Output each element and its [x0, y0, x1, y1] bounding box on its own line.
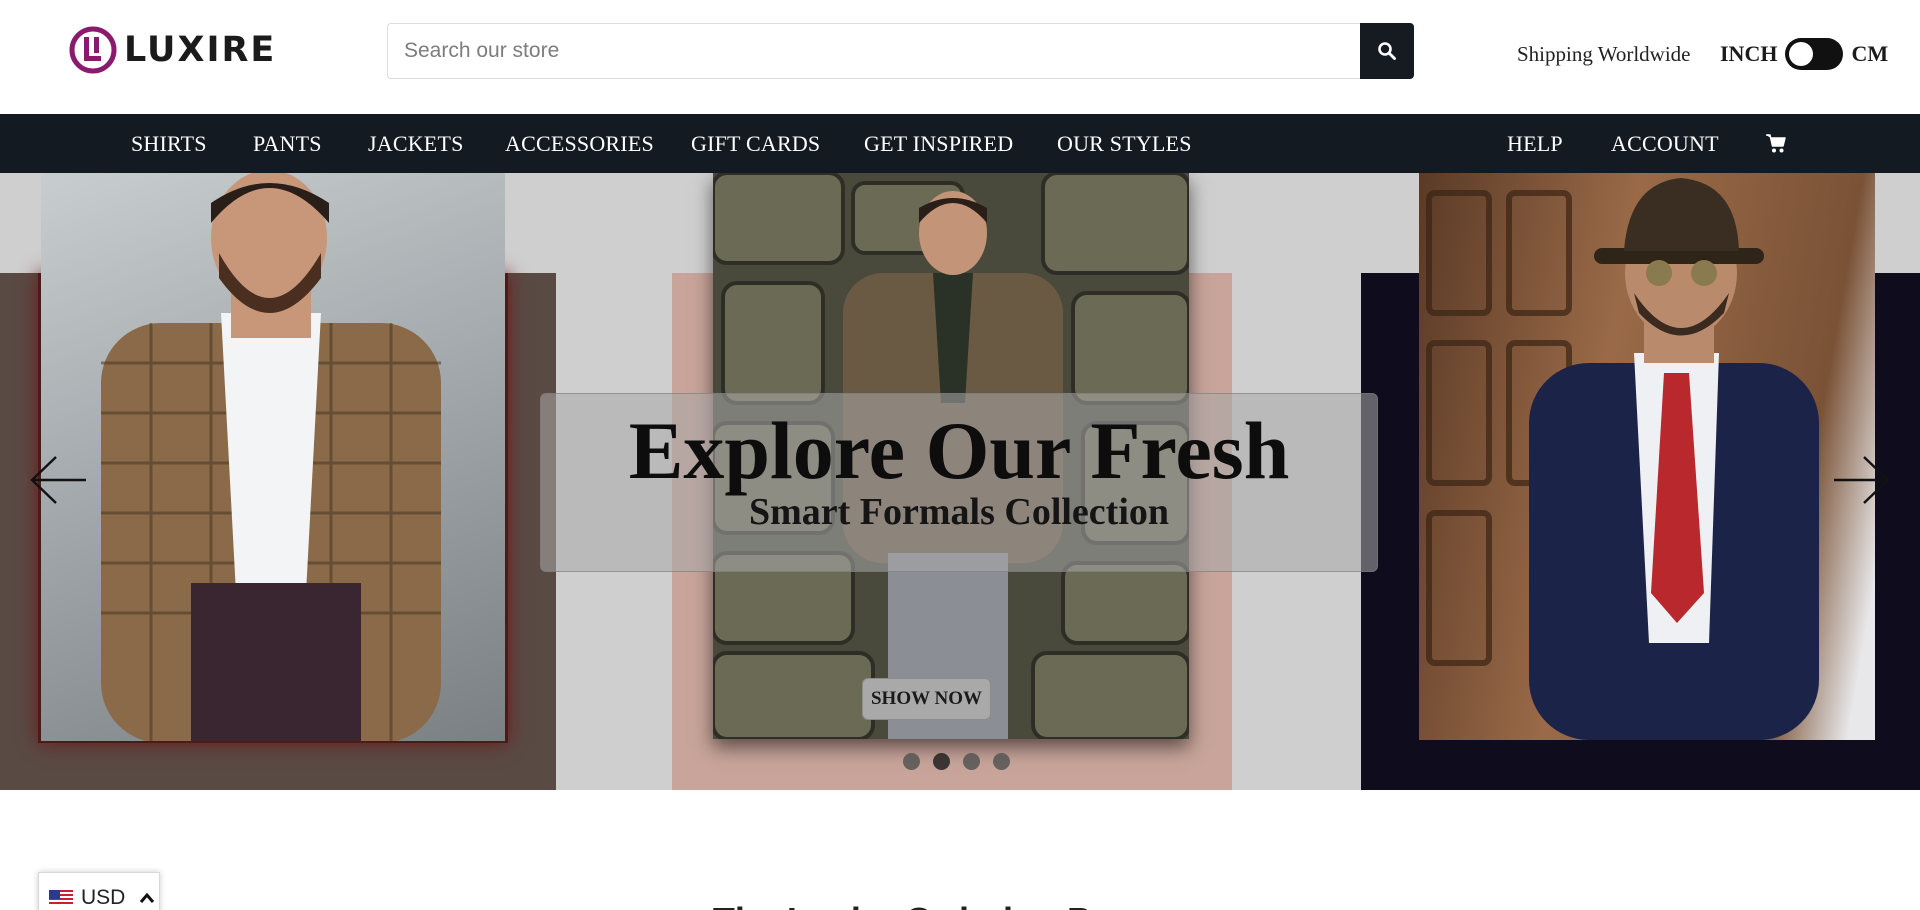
luxire-logo-icon — [69, 26, 117, 74]
nav-item-account[interactable]: ACCOUNT — [1611, 114, 1719, 173]
search-input[interactable] — [387, 23, 1360, 79]
search-bar — [387, 23, 1414, 79]
ordering-process-heading: The Luxire Ordering Process — [0, 900, 1920, 910]
nav-item-jackets[interactable]: JACKETS — [368, 114, 464, 173]
cart-icon — [1766, 134, 1786, 153]
us-flag-icon — [49, 890, 73, 906]
slider-dot-3[interactable] — [963, 753, 980, 770]
slider-prev-button[interactable] — [28, 455, 88, 510]
model-photo-left — [41, 173, 505, 741]
unit-cm-label: CM — [1851, 41, 1889, 66]
slider-dots — [903, 753, 1023, 770]
switch-knob — [1789, 42, 1814, 66]
slider-dot-4[interactable] — [993, 753, 1010, 770]
site-header: LUXIRE Shipping Worldwide INCH CM — [0, 0, 1920, 114]
slider-next-button[interactable] — [1832, 455, 1892, 510]
unit-toggle: INCH CM — [1720, 38, 1888, 70]
currency-code: USD — [81, 886, 126, 909]
main-nav: SHIRTS PANTS JACKETS ACCESSORIES GIFT CA… — [0, 114, 1920, 173]
chevron-up-icon — [140, 892, 155, 903]
model-photo-right — [1419, 173, 1875, 740]
nav-item-our-styles[interactable]: OUR STYLES — [1057, 114, 1192, 173]
hero-title: Explore Our Fresh — [628, 405, 1290, 496]
arrow-left-icon — [30, 456, 86, 504]
shipping-worldwide-link[interactable]: Shipping Worldwide — [1517, 42, 1691, 67]
hero-subtitle: Smart Formals Collection — [748, 491, 1170, 533]
model-fedora-image — [1426, 178, 1819, 740]
nav-item-get-inspired[interactable]: GET INSPIRED — [864, 114, 1013, 173]
search-button[interactable] — [1360, 23, 1414, 79]
show-now-button[interactable]: SHOW NOW — [862, 678, 991, 720]
logo[interactable]: LUXIRE — [68, 24, 276, 76]
unit-inch-label: INCH — [1720, 41, 1778, 66]
nav-item-gift-cards[interactable]: GIFT CARDS — [691, 114, 820, 173]
cart-button[interactable] — [1765, 132, 1787, 159]
arrow-right-icon — [1834, 456, 1890, 504]
nav-item-accessories[interactable]: ACCESSORIES — [505, 114, 654, 173]
model-plaid-jacket-image — [101, 173, 441, 741]
slider-dot-2[interactable] — [933, 753, 950, 770]
unit-switch[interactable] — [1785, 38, 1844, 70]
hero-caption: Explore Our Fresh Smart Formals Collecti… — [540, 393, 1378, 572]
slider-dot-1[interactable] — [903, 753, 920, 770]
logo-text: LUXIRE — [124, 29, 277, 70]
nav-item-help[interactable]: HELP — [1507, 114, 1563, 173]
search-icon — [1378, 42, 1396, 60]
nav-item-shirts[interactable]: SHIRTS — [131, 114, 207, 173]
hero-slider: Explore Our Fresh Smart Formals Collecti… — [0, 173, 1920, 790]
nav-item-pants[interactable]: PANTS — [253, 114, 322, 173]
currency-selector[interactable]: USD — [38, 872, 160, 910]
